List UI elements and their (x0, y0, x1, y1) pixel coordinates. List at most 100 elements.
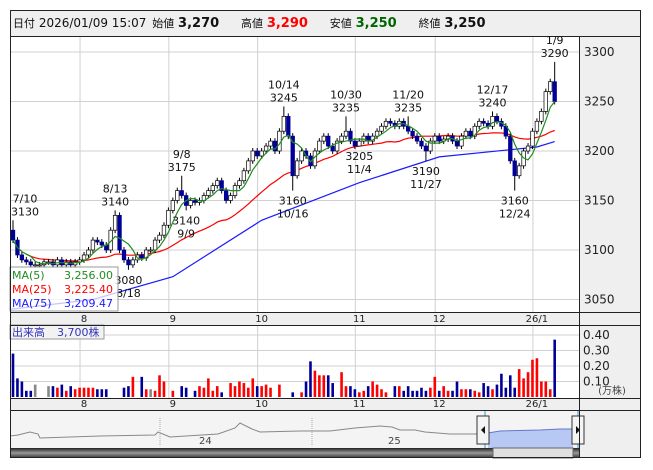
volume-bar (526, 372, 530, 397)
candle-down (19, 254, 25, 261)
volume-bar (495, 384, 499, 397)
volume-bar (162, 381, 166, 397)
candle-up (33, 264, 38, 267)
volume-bar (251, 378, 255, 397)
volume-bar (451, 390, 454, 397)
annotation-price: 3140 (101, 195, 129, 208)
volume-bar (402, 390, 406, 397)
volume-bar (73, 389, 77, 397)
volume-bar (269, 387, 272, 397)
volume-bar (322, 375, 326, 397)
candle-down (192, 200, 198, 203)
volume-bar (504, 387, 508, 397)
candle-up (86, 249, 91, 256)
candle-down (117, 215, 122, 251)
annotation-date: 1/9 (546, 34, 564, 47)
candle-up (548, 81, 553, 92)
volume-bar (349, 386, 352, 397)
volume-bar (242, 383, 246, 397)
volume-bar (202, 387, 206, 397)
candle-up (268, 140, 273, 147)
ma5-value: 3,256.00 (64, 269, 113, 282)
year-label-24: 24 (199, 436, 212, 447)
volume-bar (344, 386, 348, 397)
volume-tick-label: 0.40 (583, 328, 610, 342)
volume-bar (486, 386, 490, 397)
candle-up (215, 180, 220, 186)
volume-bar (278, 384, 281, 397)
navigator-selection[interactable] (488, 429, 573, 448)
annotation-date: 10/30 (330, 88, 362, 101)
volume-bar (358, 392, 361, 397)
candle-down (419, 140, 424, 147)
candle-up (534, 120, 540, 132)
volume-bar (397, 386, 401, 397)
volume-bar (442, 386, 445, 397)
candle-up (517, 165, 522, 177)
volume-bar (420, 387, 423, 397)
candle-up (543, 91, 548, 112)
volume-bar (87, 387, 90, 397)
price-tick-label: 3100 (584, 243, 615, 257)
volume-tick-label: 0.30 (583, 344, 610, 358)
volume-bar (220, 392, 223, 397)
volume-axis: 0.400.300.200.10 (583, 328, 610, 389)
volume-bar (255, 386, 259, 397)
volume-bar (300, 392, 303, 397)
volume-bar (33, 384, 37, 397)
candle-up (525, 145, 531, 152)
volume-bar (464, 389, 468, 397)
volume-bar (20, 381, 24, 397)
volume-bar (100, 389, 104, 397)
volume-bar (415, 390, 419, 397)
annotation-price: 3290 (541, 47, 569, 60)
candle-down (512, 160, 517, 177)
candle-down (326, 135, 331, 147)
volume-bar (500, 373, 503, 397)
candle-down (410, 130, 415, 137)
candle-down (286, 115, 291, 137)
candle-down (10, 229, 16, 241)
volume-bar (233, 386, 237, 397)
volume-bar (96, 389, 99, 397)
volume-bar (522, 378, 525, 397)
candle-up (130, 259, 136, 266)
candle-up (263, 145, 269, 152)
volume-bar (158, 375, 161, 397)
volume-bar (207, 378, 210, 397)
candle-up (295, 160, 300, 177)
volume-bar (122, 387, 126, 397)
annotation-price: 3160 (501, 195, 529, 208)
ma-legend: MA(5) 3,256.00 MA(25) 3,225.40 MA(75) 3,… (9, 266, 119, 312)
candle-up (161, 224, 167, 236)
volume-bar (446, 390, 450, 397)
annotation-date: 8/13 (103, 182, 128, 195)
annotation-price: 3190 (412, 165, 440, 178)
annotation-date: 9/9 (177, 227, 195, 240)
annotation-price: 3160 (279, 195, 307, 208)
month-label: 8 (81, 399, 87, 410)
annotation-price: 3235 (394, 101, 422, 114)
candle-up (112, 215, 118, 231)
volume-tick-label: 0.20 (583, 359, 610, 373)
volume-bar (171, 390, 175, 397)
candle-up (539, 111, 544, 122)
volume-bar (91, 387, 95, 397)
month-label: 10 (255, 399, 268, 410)
scrollbar-thumb[interactable] (492, 447, 574, 459)
annotation-date: 8/18 (116, 287, 141, 300)
volume-bar (247, 387, 250, 397)
volume-bar (82, 387, 86, 397)
volume-bar (193, 390, 197, 397)
volume-bar (517, 369, 521, 397)
month-label: 11 (353, 314, 366, 325)
volume-bar (309, 361, 312, 397)
volume-bar (508, 375, 512, 397)
volume-bar (326, 375, 330, 397)
ma25-label: MA(25) (12, 283, 52, 296)
volume-bar (393, 386, 397, 397)
volume-legend-value: 3,700株 (57, 325, 100, 339)
volume-bar (78, 387, 81, 397)
volume-bar (25, 390, 28, 397)
month-label: 9 (170, 314, 176, 325)
